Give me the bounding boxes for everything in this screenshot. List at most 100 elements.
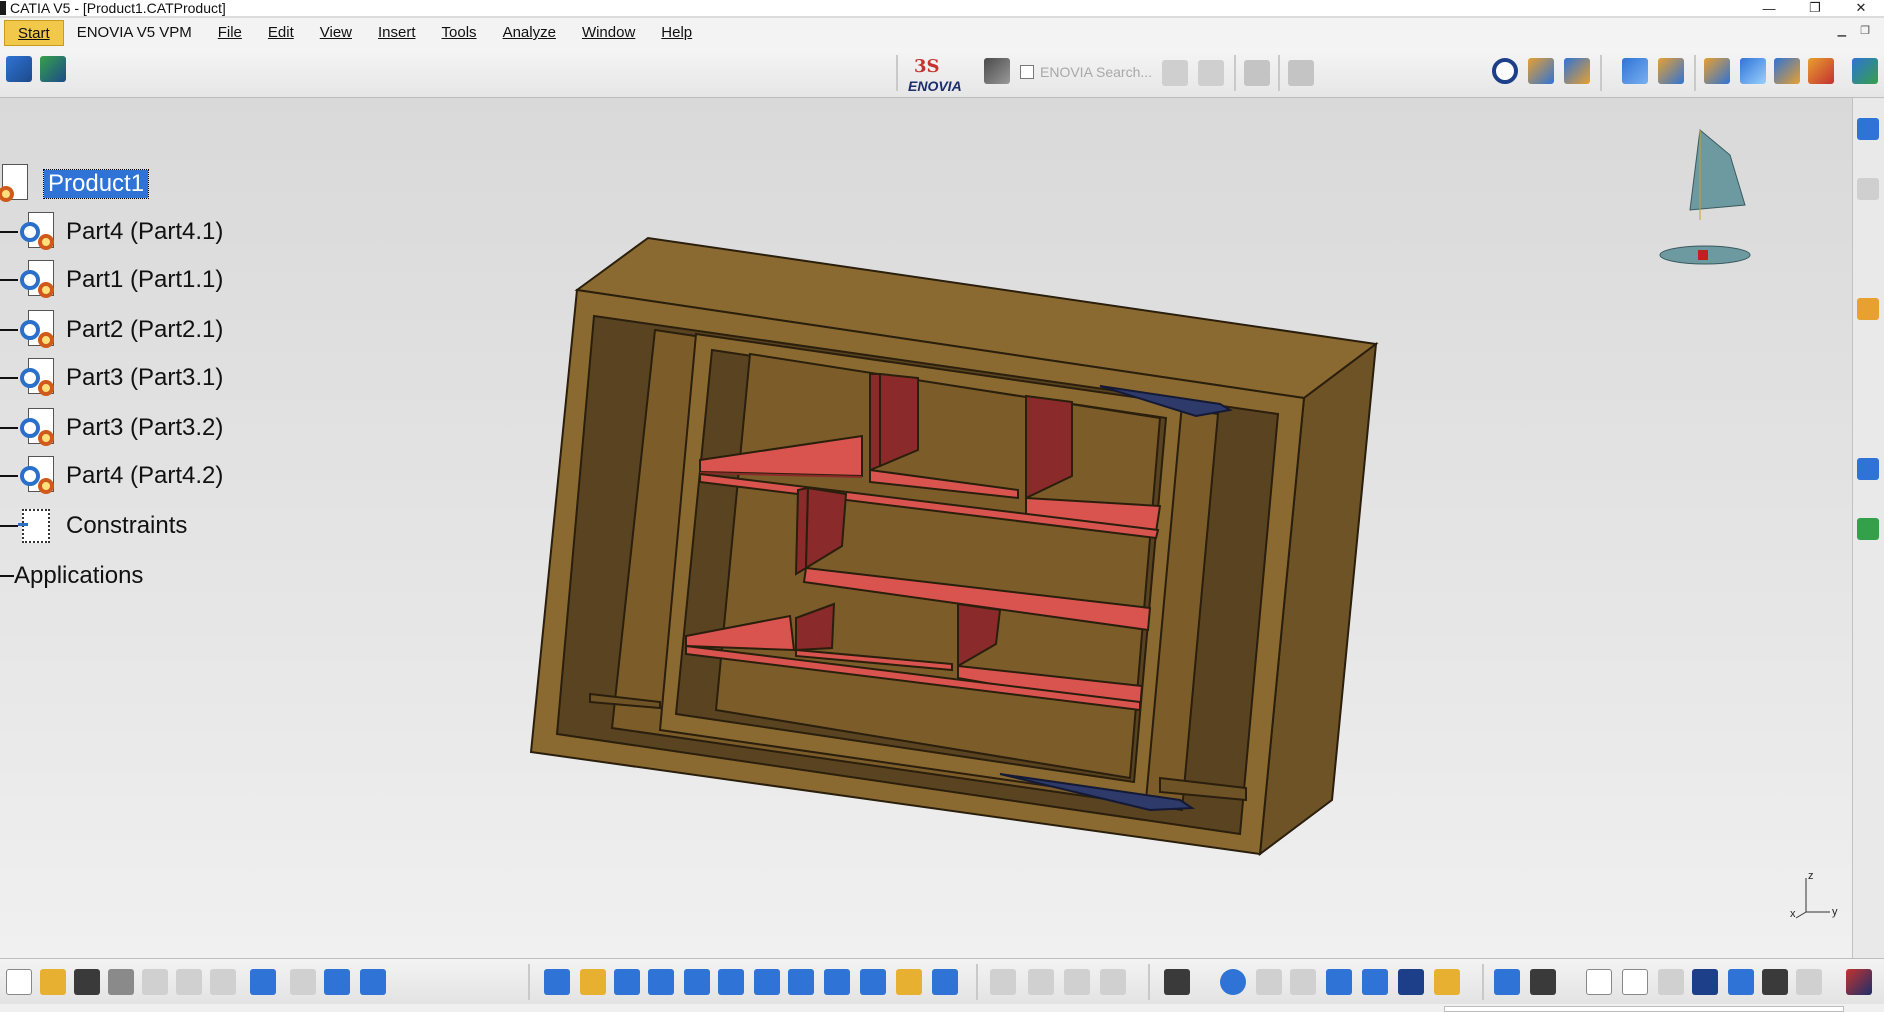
tree-root-label[interactable]: Product1 [42,169,150,199]
restore-button[interactable]: ❐ [1792,0,1838,16]
rotate-icon[interactable] [648,969,674,995]
measure-icon[interactable] [1064,969,1090,995]
zoom-out-icon[interactable] [718,969,744,995]
explode-icon[interactable] [1704,58,1730,84]
annotation-icon[interactable] [1434,969,1460,995]
isometric-view-icon[interactable] [824,969,850,995]
formula-icon[interactable] [1586,969,1612,995]
enovia-logo[interactable]: 3S ENOVIA [906,56,968,96]
redo-icon[interactable] [290,969,316,995]
pointer-icon[interactable] [1857,298,1879,320]
tree-node-label[interactable]: Part3 (Part3.1) [62,364,227,392]
menu-insert[interactable]: Insert [365,20,429,46]
menu-help[interactable]: Help [648,20,705,46]
3d-viewport[interactable] [0,98,1852,958]
enovia-search-checkbox[interactable] [1020,65,1034,79]
analysis-icon[interactable] [990,969,1016,995]
snap-icon[interactable] [1658,58,1684,84]
swap-visible-space-icon[interactable] [932,969,958,995]
constraint-offset-icon[interactable] [1808,58,1834,84]
undo-icon[interactable] [250,969,276,995]
update-icon[interactable] [1852,58,1878,84]
distance-icon[interactable] [1100,969,1126,995]
refresh-icon[interactable] [1492,58,1518,84]
structure-icon[interactable] [1857,458,1879,480]
shading-icon[interactable] [860,969,886,995]
forward-icon[interactable] [1290,969,1316,995]
zoom-in-icon[interactable] [684,969,710,995]
multi-view-icon[interactable] [788,969,814,995]
command-input[interactable] [1444,1006,1844,1012]
insert-component-icon[interactable] [1564,58,1590,84]
menu-file[interactable]: File [205,20,255,46]
copy-icon[interactable] [176,969,202,995]
compass-plane[interactable] [1689,129,1746,211]
law-icon[interactable] [1658,969,1684,995]
tree-node-label[interactable]: Part1 (Part1.1) [62,266,227,294]
divider-1[interactable] [869,373,881,472]
enovia-sync-icon[interactable] [1288,60,1314,86]
save-icon[interactable] [74,969,100,995]
menu-edit[interactable]: Edit [255,20,307,46]
knowledge-icon[interactable] [1622,969,1648,995]
pan-icon[interactable] [614,969,640,995]
product-icon[interactable] [6,56,32,82]
tree-node-part4-1[interactable]: Part4 (Part4.1) [0,212,227,250]
constraint-coincidence-icon[interactable] [1740,58,1766,84]
clash-icon[interactable] [1362,969,1388,995]
3d-model[interactable] [0,98,1852,958]
enovia-connect-icon[interactable] [984,58,1010,84]
enovia-tree-icon[interactable] [1162,60,1188,86]
tree-node-label[interactable]: Part4 (Part4.2) [62,462,227,490]
assembly-icon[interactable] [40,56,66,82]
menu-start[interactable]: Start [4,20,64,46]
hide-show-icon[interactable] [896,969,922,995]
capture-icon[interactable] [1164,969,1190,995]
help-icon[interactable] [324,969,350,995]
search-icon[interactable] [1326,969,1352,995]
cube-icon[interactable] [1857,518,1879,540]
normal-view-icon[interactable] [754,969,780,995]
product-structure-icon[interactable] [1857,118,1879,140]
print-icon[interactable] [108,969,134,995]
menu-enovia[interactable]: ENOVIA V5 VPM [64,20,205,46]
tree-node-label[interactable]: Part3 (Part3.2) [62,414,227,442]
manipulation-icon[interactable] [1622,58,1648,84]
tree-node-label[interactable]: Part4 (Part4.1) [62,218,227,246]
doc-restore-icon[interactable]: ❐ [1860,24,1870,37]
tree-node-part3-1[interactable]: Part3 (Part3.1) [0,358,227,396]
previous-icon[interactable] [1256,969,1282,995]
measure-between-icon[interactable] [1494,969,1520,995]
new-file-icon[interactable] [6,969,32,995]
section-icon[interactable] [1398,969,1424,995]
cut-icon[interactable] [142,969,168,995]
view-mode-icon[interactable] [360,969,386,995]
next-icon[interactable] [1028,969,1054,995]
open-file-icon[interactable] [40,969,66,995]
tree-node-part1-1[interactable]: Part1 (Part1.1) [0,260,227,298]
fly-mode-icon[interactable] [544,969,570,995]
workbench-icon[interactable] [1762,969,1788,995]
target-icon[interactable] [1220,969,1246,995]
divider-1-face[interactable] [879,372,919,468]
tree-node-part2-1[interactable]: Part2 (Part2.1) [0,310,227,348]
options-icon[interactable] [1796,969,1822,995]
tree-node-part4-2[interactable]: Part4 (Part4.2) [0,456,227,494]
compass-anchor[interactable] [1698,250,1708,260]
enovia-compare-icon[interactable] [1244,60,1270,86]
doc-minimize-icon[interactable]: ▁ [1838,24,1846,37]
catalog-browser-icon[interactable] [1728,969,1754,995]
catalog-icon[interactable] [1528,58,1554,84]
tree-node-applications[interactable]: Applications [0,558,147,594]
menu-analyze[interactable]: Analyze [490,20,569,46]
menu-window[interactable]: Window [569,20,648,46]
enovia-save-icon[interactable] [1198,60,1224,86]
menu-view[interactable]: View [307,20,365,46]
measure-item-icon[interactable] [1530,969,1556,995]
paste-icon[interactable] [210,969,236,995]
tree-node-constraints[interactable]: Constraints [0,508,191,544]
menu-tools[interactable]: Tools [429,20,490,46]
tree-node-label[interactable]: Applications [14,562,147,590]
design-table-icon[interactable] [1692,969,1718,995]
close-button[interactable]: ✕ [1838,0,1884,16]
